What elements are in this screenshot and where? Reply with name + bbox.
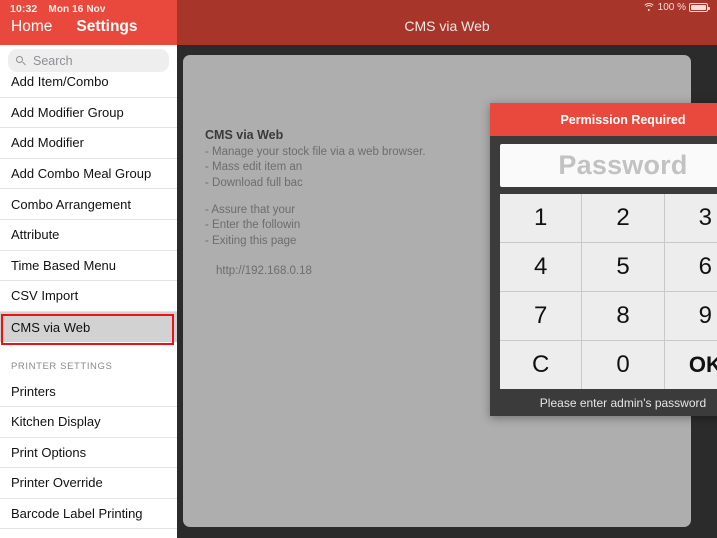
search-placeholder: Search	[33, 53, 73, 68]
tablet-screen: 10:32 Mon 16 Nov Home Settings Search Ad…	[0, 0, 717, 538]
sidebar-header: 10:32 Mon 16 Nov Home Settings	[0, 0, 177, 45]
sidebar-item-label: Barcode Label Printing	[11, 506, 143, 522]
status-bar-left: 10:32 Mon 16 Nov	[10, 3, 106, 15]
sidebar-item-add-modifier[interactable]: Add Modifier	[0, 128, 177, 159]
keypad-key-8[interactable]: 8	[582, 292, 664, 340]
search-input[interactable]: Search	[8, 49, 169, 72]
sidebar-item-label: Add Item/Combo	[11, 74, 109, 90]
sidebar-item-label: Print Options	[11, 444, 87, 460]
sidebar-nav: Home Settings	[0, 18, 177, 36]
sidebar-item-kitchen-display[interactable]: Kitchen Display	[0, 406, 177, 438]
nav-settings-title: Settings	[76, 18, 138, 35]
content-bullets-bottom: - Assure that your - Enter the followin …	[205, 204, 301, 247]
sidebar-item-barcode-label-printing[interactable]: Barcode Label Printing	[0, 498, 177, 530]
dialog-footer-hint: Please enter admin's password	[539, 395, 707, 410]
keypad-key-2[interactable]: 2	[582, 194, 664, 242]
permission-required-dialog: Permission Required Password 1 2 3 4 5 6…	[490, 103, 717, 416]
sidebar-item-label: CSV Import	[11, 288, 79, 304]
settings-sidebar: 10:32 Mon 16 Nov Home Settings Search Ad…	[0, 0, 177, 538]
sidebar-item-combo-arrangement[interactable]: Combo Arrangement	[0, 189, 177, 220]
keypad-key-4[interactable]: 4	[500, 243, 582, 291]
sidebar-item-attribute[interactable]: Attribute	[0, 219, 177, 251]
nav-home-button[interactable]: Home	[11, 18, 52, 36]
sidebar-item-time-based-menu[interactable]: Time Based Menu	[0, 250, 177, 282]
cms-url-text: http://192.168.0.18	[216, 265, 312, 277]
status-bar-right: 100 %	[642, 2, 710, 13]
content-heading: CMS via Web	[205, 128, 284, 142]
keypad-key-6[interactable]: 6	[664, 243, 717, 291]
page-title: CMS via Web	[404, 18, 490, 34]
main-pane: CMS via Web 100 % CMS via Web - Manage y…	[177, 0, 717, 538]
status-time: 10:32	[10, 3, 38, 15]
battery-full-icon	[689, 3, 710, 12]
keypad-key-3[interactable]: 3	[664, 194, 717, 242]
keypad-key-5[interactable]: 5	[582, 243, 664, 291]
sidebar-item-label: Printers	[11, 383, 56, 399]
sidebar-item-add-item-combo[interactable]: Add Item/Combo	[0, 72, 177, 98]
sidebar-item-printers[interactable]: Printers	[0, 376, 177, 407]
sidebar-item-label: Add Modifier	[11, 135, 84, 151]
sidebar-item-add-modifier-group[interactable]: Add Modifier Group	[0, 97, 177, 129]
sidebar-item-printer-override[interactable]: Printer Override	[0, 468, 177, 499]
password-input[interactable]: Password	[500, 144, 717, 187]
search-icon	[16, 55, 27, 66]
keypad-key-ok[interactable]: OK	[664, 341, 717, 389]
status-date: Mon 16 Nov	[48, 4, 106, 15]
keypad-key-9[interactable]: 9	[664, 292, 717, 340]
sidebar-item-cms-via-web[interactable]: CMS via Web	[0, 311, 177, 343]
sidebar-item-label: CMS via Web	[11, 319, 91, 335]
sidebar-item-csv-import[interactable]: CSV Import	[0, 281, 177, 312]
wifi-icon	[642, 2, 656, 13]
sidebar-item-label: Add Combo Meal Group	[11, 166, 152, 182]
keypad-key-7[interactable]: 7	[500, 292, 582, 340]
main-topbar: CMS via Web 100 %	[177, 0, 717, 45]
sidebar-item-print-options[interactable]: Print Options	[0, 437, 177, 469]
keypad-key-1[interactable]: 1	[500, 194, 582, 242]
dialog-title: Permission Required	[490, 103, 717, 136]
numeric-keypad: 1 2 3 4 5 6 7 8 9 C 0 OK	[500, 194, 717, 389]
sidebar-item-label: Printer Override	[11, 475, 103, 491]
battery-percent-label: 100 %	[657, 2, 686, 13]
content-bullets-top: - Manage your stock file via a web brows…	[205, 146, 426, 189]
sidebar-item-label: Add Modifier Group	[11, 104, 124, 120]
sidebar-item-label: Kitchen Display	[11, 414, 101, 430]
settings-menu-list[interactable]: Add Item/Combo Add Modifier Group Add Mo…	[0, 72, 177, 538]
sidebar-item-label: Combo Arrangement	[11, 196, 131, 212]
sidebar-item-add-combo-meal-group[interactable]: Add Combo Meal Group	[0, 158, 177, 190]
keypad-key-0[interactable]: 0	[582, 341, 664, 389]
keypad-key-clear[interactable]: C	[500, 341, 582, 389]
sidebar-item-label: Attribute	[11, 227, 60, 243]
sidebar-item-label: Time Based Menu	[11, 257, 117, 273]
sidebar-section-printer-settings: PRINTER SETTINGS	[0, 342, 177, 377]
password-placeholder: Password	[558, 150, 688, 180]
